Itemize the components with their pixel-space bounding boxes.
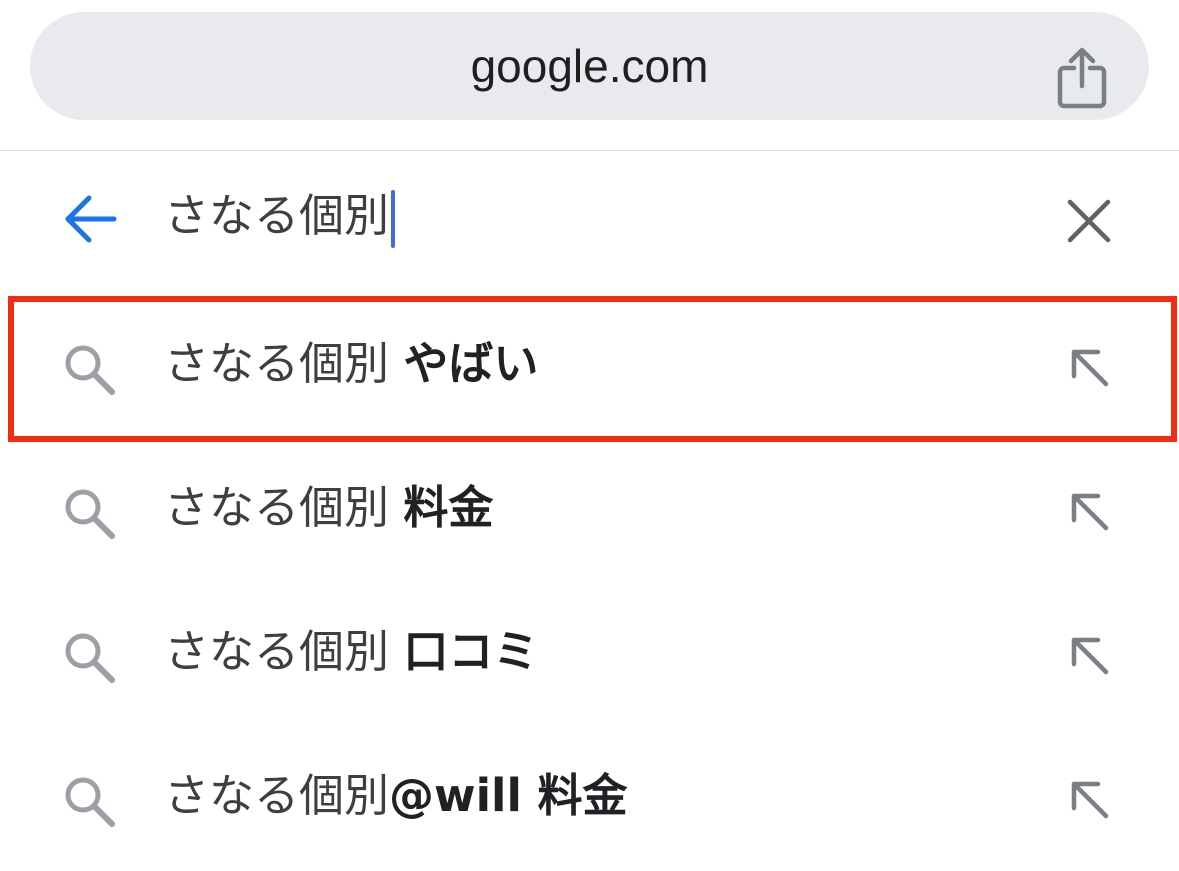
arrow-up-left-icon[interactable] [1068,778,1112,822]
suggestion-item[interactable]: さなる個別 料金 [0,442,1179,580]
suggestion-bold: @will 料金 [389,769,628,822]
search-icon [65,489,115,539]
arrow-left-icon[interactable] [62,190,120,248]
search-row: さなる個別 [0,152,1179,288]
text-caret [391,190,396,248]
suggestion-text: さなる個別 口コミ [164,612,538,692]
suggestion-item[interactable]: さなる個別 口コミ [0,586,1179,724]
page: google.com さなる個別 さなる個別 やばい さなる個別 料金 さなる個… [0,0,1179,871]
suggestion-bold: 料金 [403,481,494,534]
divider [0,150,1179,151]
suggestion-prefix: さなる個別 [164,481,404,534]
suggestion-text: さなる個別 料金 [164,468,493,548]
url-text[interactable]: google.com [30,12,1149,120]
arrow-up-left-icon[interactable] [1068,490,1112,534]
search-query: さなる個別 [164,189,390,242]
search-input[interactable]: さなる個別 [164,176,396,256]
search-icon [65,777,115,827]
close-icon[interactable] [1064,196,1114,246]
suggestion-item[interactable]: さなる個別@will 料金 [0,730,1179,868]
highlight-box [8,296,1177,442]
search-icon [65,633,115,683]
suggestion-bold: 口コミ [403,625,539,678]
url-bar[interactable]: google.com [30,12,1149,120]
arrow-up-left-icon[interactable] [1068,634,1112,678]
suggestion-prefix: さなる個別 [164,625,404,678]
suggestion-prefix: さなる個別 [164,769,390,822]
suggestion-text: さなる個別@will 料金 [164,756,628,836]
share-icon[interactable] [1054,46,1110,110]
